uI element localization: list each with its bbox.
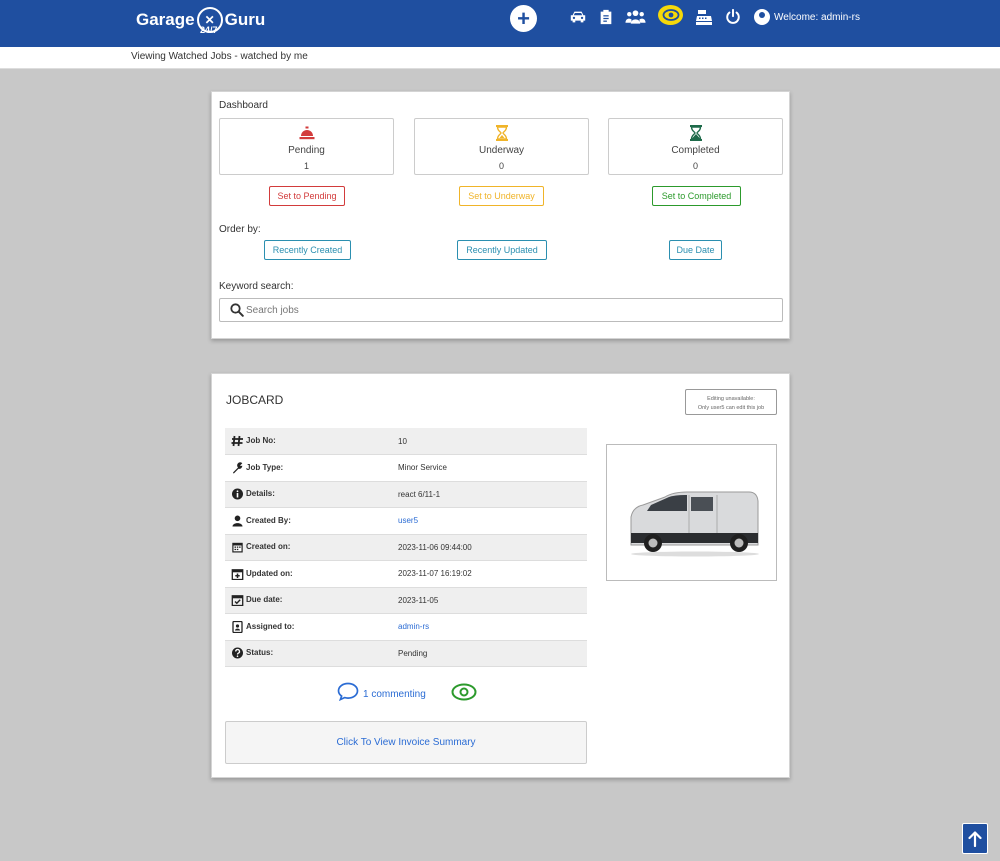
search-box <box>219 298 783 322</box>
jobcard: JOBCARD Editing unavailable: Only user5 … <box>211 373 790 778</box>
table-row: Updated on: 2023-11-07 16:19:02 <box>225 560 587 588</box>
table-row: Job No: 10 <box>225 428 587 455</box>
calendar-check-icon <box>231 595 244 607</box>
row-label: Status: <box>246 648 274 658</box>
stat-pending-count: 1 <box>303 161 309 171</box>
user-circle-icon <box>754 9 770 25</box>
stat-pending-label: Pending <box>288 145 325 156</box>
user-menu[interactable]: Welcome: admin-rs <box>754 9 860 25</box>
table-row: Created on: 2023-11-06 09:44:00 <box>225 534 587 561</box>
dashboard-title: Dashboard <box>219 100 268 111</box>
welcome-text: Welcome: admin-rs <box>774 11 860 23</box>
set-underway-button[interactable]: Set to Underway <box>459 186 544 206</box>
created-by-link[interactable]: user5 <box>398 516 418 525</box>
assigned-to-link[interactable]: admin-rs <box>398 622 429 631</box>
question-circle-icon <box>232 647 243 659</box>
comments-link[interactable]: 1 commenting <box>337 682 426 701</box>
created-on-value: 2023-11-06 09:44:00 <box>398 542 472 552</box>
wrench-icon <box>233 462 243 474</box>
user-icon <box>232 515 243 527</box>
info-circle-icon <box>232 488 243 500</box>
row-label: Due date: <box>246 595 283 605</box>
invoice-summary-button[interactable]: Click To View Invoice Summary <box>225 721 587 764</box>
updated-on-value: 2023-11-07 16:19:02 <box>398 569 472 579</box>
jobcard-title: JOBCARD <box>226 393 284 407</box>
arrow-up-icon <box>968 830 982 847</box>
hash-icon <box>231 435 243 447</box>
details-value: react 6/11-1 <box>398 489 441 499</box>
stat-underway-count: 0 <box>498 161 504 171</box>
row-label: Job No: <box>246 436 276 446</box>
stat-completed[interactable]: Completed 0 <box>608 118 783 175</box>
table-row: Status: Pending <box>225 640 587 667</box>
app-logo[interactable]: Garage ✕ Guru 24/7 <box>136 6 266 35</box>
set-completed-button[interactable]: Set to Completed <box>652 186 741 206</box>
table-row: Details: react 6/11-1 <box>225 481 587 508</box>
power-icon[interactable] <box>723 8 743 26</box>
row-label: Details: <box>246 489 275 499</box>
row-label: Assigned to: <box>246 621 295 631</box>
back-to-top-button[interactable] <box>962 823 988 854</box>
order-recently-created-button[interactable]: Recently Created <box>264 240 351 260</box>
edit-unavailable-note: Editing unavailable: Only user5 can edit… <box>685 389 777 415</box>
order-by-label: Order by: <box>219 224 261 235</box>
status-value: Pending <box>398 648 428 658</box>
logo-subtext: 24/7 <box>200 25 218 35</box>
top-navbar: Garage ✕ Guru 24/7 + Welcome: admin-rs <box>0 0 1000 47</box>
bell-icon <box>220 124 393 142</box>
row-label: Updated on: <box>246 568 293 578</box>
order-recently-updated-button[interactable]: Recently Updated <box>457 240 547 260</box>
table-row: Job Type: Minor Service <box>225 454 587 482</box>
users-icon[interactable] <box>624 8 646 26</box>
search-icon <box>230 303 244 317</box>
job-details-table: Job No: 10 Job Type: Minor Service Detai… <box>225 428 587 667</box>
comment-count-text: 1 commenting <box>363 689 426 700</box>
job-number-value: 10 <box>398 436 407 446</box>
row-label: Created on: <box>246 542 291 552</box>
car-icon[interactable] <box>568 8 588 26</box>
id-badge-icon <box>232 620 243 633</box>
table-row: Assigned to: admin-rs <box>225 613 587 641</box>
breadcrumb-bar: Viewing Watched Jobs - watched by me <box>0 47 1000 69</box>
calendar-plus-icon <box>231 568 244 580</box>
breadcrumb: Viewing Watched Jobs - watched by me <box>131 51 308 62</box>
comment-icon <box>337 682 359 701</box>
clipboard-icon[interactable] <box>596 8 616 26</box>
add-job-button[interactable]: + <box>510 5 537 32</box>
search-input[interactable] <box>246 302 776 318</box>
order-due-date-button[interactable]: Due Date <box>669 240 722 260</box>
table-row: Created By: user5 <box>225 507 587 535</box>
calendar-icon <box>232 543 243 553</box>
vehicle-image <box>606 444 777 581</box>
due-date-value: 2023-11-05 <box>398 595 439 605</box>
row-label: Created By: <box>246 515 291 525</box>
row-label: Job Type: <box>246 462 284 472</box>
logo-text-left: Garage <box>136 10 195 29</box>
edit-note-line2: Only user5 can edit this job <box>697 405 765 411</box>
dashboard-card: Dashboard Pending 1 Underway 0 Completed… <box>211 91 790 339</box>
logo-text-right: Guru <box>224 10 266 29</box>
job-type-value: Minor Service <box>398 463 447 473</box>
hourglass-icon <box>415 124 588 142</box>
stat-underway[interactable]: Underway 0 <box>414 118 589 175</box>
eye-icon[interactable] <box>658 5 683 25</box>
cash-register-icon[interactable] <box>694 8 714 26</box>
keyword-search-label: Keyword search: <box>219 281 294 292</box>
edit-note-line1: Editing unavailable: <box>707 396 755 402</box>
watch-eye-icon[interactable] <box>451 683 477 706</box>
stat-underway-label: Underway <box>478 145 525 156</box>
stat-completed-label: Completed <box>671 145 720 156</box>
stat-pending[interactable]: Pending 1 <box>219 118 394 175</box>
stat-completed-count: 0 <box>692 161 698 171</box>
hourglass-end-icon <box>609 124 782 142</box>
table-row: Due date: 2023-11-05 <box>225 587 587 614</box>
set-pending-button[interactable]: Set to Pending <box>269 186 345 206</box>
